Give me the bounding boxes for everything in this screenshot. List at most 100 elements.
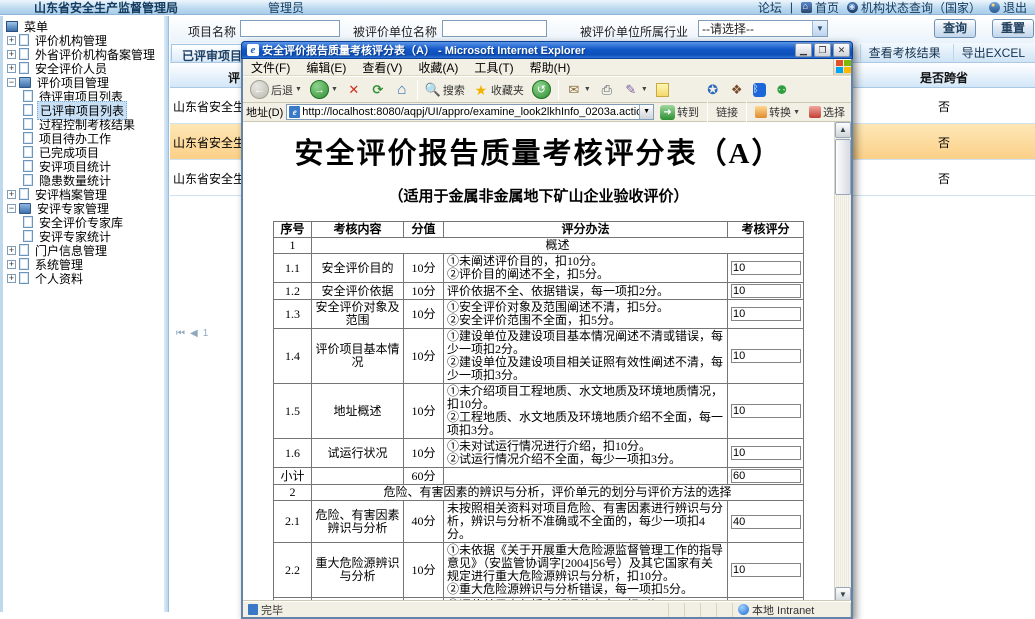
toolbar-back-button[interactable]: ←后退▼ <box>247 79 305 100</box>
ie-menus: 文件(F)编辑(E)查看(V)收藏(A)工具(T)帮助(H) <box>243 59 578 76</box>
row-score: 10分 <box>404 254 444 283</box>
scrollbar-thumb[interactable] <box>835 139 851 195</box>
page-icon <box>23 160 33 172</box>
toolbar-mail-button[interactable]: ✉▼ <box>563 81 594 99</box>
toolbar-edit-button[interactable]: ✎▼ <box>620 81 651 99</box>
score-row: 2.1危险、有害因素辨识与分析40分未按照相关资料对项目危险、有害因素进行辨识与… <box>274 501 804 543</box>
toolbar-favorites-button[interactable]: ★收藏夹 <box>470 81 527 99</box>
chevron-down-icon[interactable]: ▼ <box>812 21 827 36</box>
link-logout[interactable]: 退出 <box>989 0 1027 16</box>
project-name-input[interactable] <box>240 20 340 37</box>
toolbar-forward-button[interactable]: →▼ <box>307 79 341 100</box>
tree-toggle-icon[interactable]: + <box>7 36 16 45</box>
ie-title-bar[interactable]: e 安全评价报告质量考核评分表（A） - Microsoft Internet … <box>241 41 853 59</box>
address-dropdown-icon[interactable]: ▼ <box>639 105 653 119</box>
toolbar-print-button[interactable]: ⎙ <box>596 81 618 99</box>
row-method: ①建设单位及建设项目基本情况阐述不清或错误，每少一项扣2分。 ②建设单位及建设项… <box>444 329 728 384</box>
toolbar-home-button[interactable]: ⌂ <box>391 81 413 99</box>
industry-select[interactable]: --请选择-- ▼ <box>698 20 828 37</box>
first-page-icon[interactable]: ⏮ <box>176 328 185 339</box>
links-button[interactable]: 链接 <box>713 103 741 121</box>
address-input[interactable]: e http://localhost:8080/aqpj/UI/appro/ex… <box>286 104 654 120</box>
close-button[interactable]: ✕ <box>833 43 850 57</box>
menu-查看(V)[interactable]: 查看(V) <box>354 59 410 76</box>
action-查看考核结果[interactable]: 查看考核结果 <box>860 44 949 61</box>
toolbar-stop-button[interactable]: ✕ <box>343 81 365 99</box>
tree-toggle-icon[interactable]: + <box>7 246 16 255</box>
link-home[interactable]: 首页 <box>801 0 839 16</box>
row-value-cell <box>728 254 804 283</box>
document-status-icon <box>248 604 258 615</box>
tree-toggle-icon[interactable]: + <box>7 190 16 199</box>
select-button[interactable]: 选择 <box>806 103 848 121</box>
score-input[interactable] <box>731 261 801 275</box>
tree-toggle-icon[interactable]: + <box>7 274 16 283</box>
menu-编辑(E)[interactable]: 编辑(E) <box>298 59 354 76</box>
row-method: 未按照相关资料对项目危险、有害因素进行辨识与分析，辨识与分析不准确或不全面的，每… <box>444 501 728 543</box>
home-icon: ⌂ <box>394 82 410 98</box>
tree-toggle-icon[interactable]: − <box>7 204 16 213</box>
score-input[interactable] <box>731 563 801 577</box>
sidebar-splitter[interactable] <box>164 16 169 612</box>
prev-page-icon[interactable]: ◀ <box>190 328 198 339</box>
link-separator: | <box>790 0 793 14</box>
convert-icon <box>755 106 767 118</box>
menu-收藏(A)[interactable]: 收藏(A) <box>410 59 466 76</box>
page-icon <box>23 118 33 130</box>
subtotal-score: 60分 <box>404 468 444 485</box>
toolbar-history-button[interactable]: ↺ <box>529 79 554 100</box>
score-row: 1.6试运行状况10分①未对试运行情况进行介绍，扣10分。 ②试运行情况介绍不全… <box>274 439 804 468</box>
folder-icon <box>19 258 29 270</box>
score-input[interactable] <box>731 446 801 460</box>
ie-popup-window: e 安全评价报告质量考核评分表（A） - Microsoft Internet … <box>241 41 853 619</box>
toolbar-add-favorite-button[interactable]: ✪ <box>702 81 724 99</box>
maximize-button[interactable]: ❐ <box>814 43 831 57</box>
score-input[interactable] <box>731 349 801 363</box>
link-论坛[interactable]: 论坛 <box>758 0 782 16</box>
home-icon <box>801 2 812 13</box>
reset-button[interactable]: 重置 <box>992 19 1034 38</box>
chevron-down-icon: ▼ <box>641 86 648 93</box>
minimize-button[interactable]: ▁ <box>795 43 812 57</box>
toolbar-research-button[interactable]: ❖ <box>726 81 748 99</box>
scroll-up-icon[interactable]: ▲ <box>835 122 851 138</box>
section-row: 1概述 <box>274 238 804 254</box>
go-button[interactable]: ➜ 转到 <box>657 103 702 121</box>
row-content: 地址概述 <box>312 384 404 439</box>
tree-toggle-icon[interactable]: + <box>7 64 16 73</box>
tree-toggle-icon[interactable]: − <box>7 78 16 87</box>
vertical-scrollbar[interactable]: ▲ ▼ <box>834 122 851 603</box>
convert-button[interactable]: 转换 ▼ <box>752 103 803 121</box>
industry-label: 被评价单位所属行业 <box>580 23 688 40</box>
subtotal-score-input[interactable] <box>731 469 801 483</box>
link-org-status[interactable]: 机构状态查询（国家） <box>847 0 981 16</box>
score-input[interactable] <box>731 284 801 298</box>
refresh-icon: ⟳ <box>370 82 386 98</box>
score-row: 1.4评价项目基本情况10分①建设单位及建设项目基本情况阐述不清或错误，每少一项… <box>274 329 804 384</box>
unit-name-input[interactable] <box>442 20 547 37</box>
score-sheet-document: 安全评价报告质量考核评分表（A） （适用于金属非金属地下矿山企业验收评价） 序号… <box>243 122 834 603</box>
chevron-down-icon: ▼ <box>295 86 302 93</box>
toolbar-refresh-button[interactable]: ⟳ <box>367 81 389 99</box>
page-icon <box>23 146 33 158</box>
toolbar-notes-button[interactable] <box>653 82 672 98</box>
menu-工具(T)[interactable]: 工具(T) <box>466 59 521 76</box>
sidebar-item-个人资料[interactable]: +个人资料 <box>5 271 164 285</box>
tree-toggle-icon[interactable]: + <box>7 260 16 269</box>
score-input[interactable] <box>731 404 801 418</box>
address-url: http://localhost:8080/aqpj/UI/appro/exam… <box>302 106 639 118</box>
row-value-cell <box>728 439 804 468</box>
query-button[interactable]: 查询 <box>934 19 976 38</box>
toolbar-bluetooth-button[interactable]: ᛒ <box>750 82 769 98</box>
status-text: 完毕 <box>261 602 283 618</box>
action-导出EXCEL[interactable]: 导出EXCEL <box>953 44 1033 61</box>
menu-文件(F)[interactable]: 文件(F) <box>243 59 298 76</box>
sidebar: 菜单+评价机构管理+外省评价机构备案管理+安全评价人员−评价项目管理待评审项目列… <box>0 16 164 612</box>
tree-toggle-icon[interactable]: + <box>7 50 16 59</box>
score-input[interactable] <box>731 307 801 321</box>
score-input[interactable] <box>731 515 801 529</box>
toolbar-messenger-button[interactable]: ⚉ <box>771 81 793 99</box>
app-title: 山东省安全生产监督管理局 <box>34 0 178 16</box>
menu-帮助(H)[interactable]: 帮助(H) <box>522 59 579 76</box>
toolbar-search-button[interactable]: 🔍搜索 <box>422 81 468 99</box>
